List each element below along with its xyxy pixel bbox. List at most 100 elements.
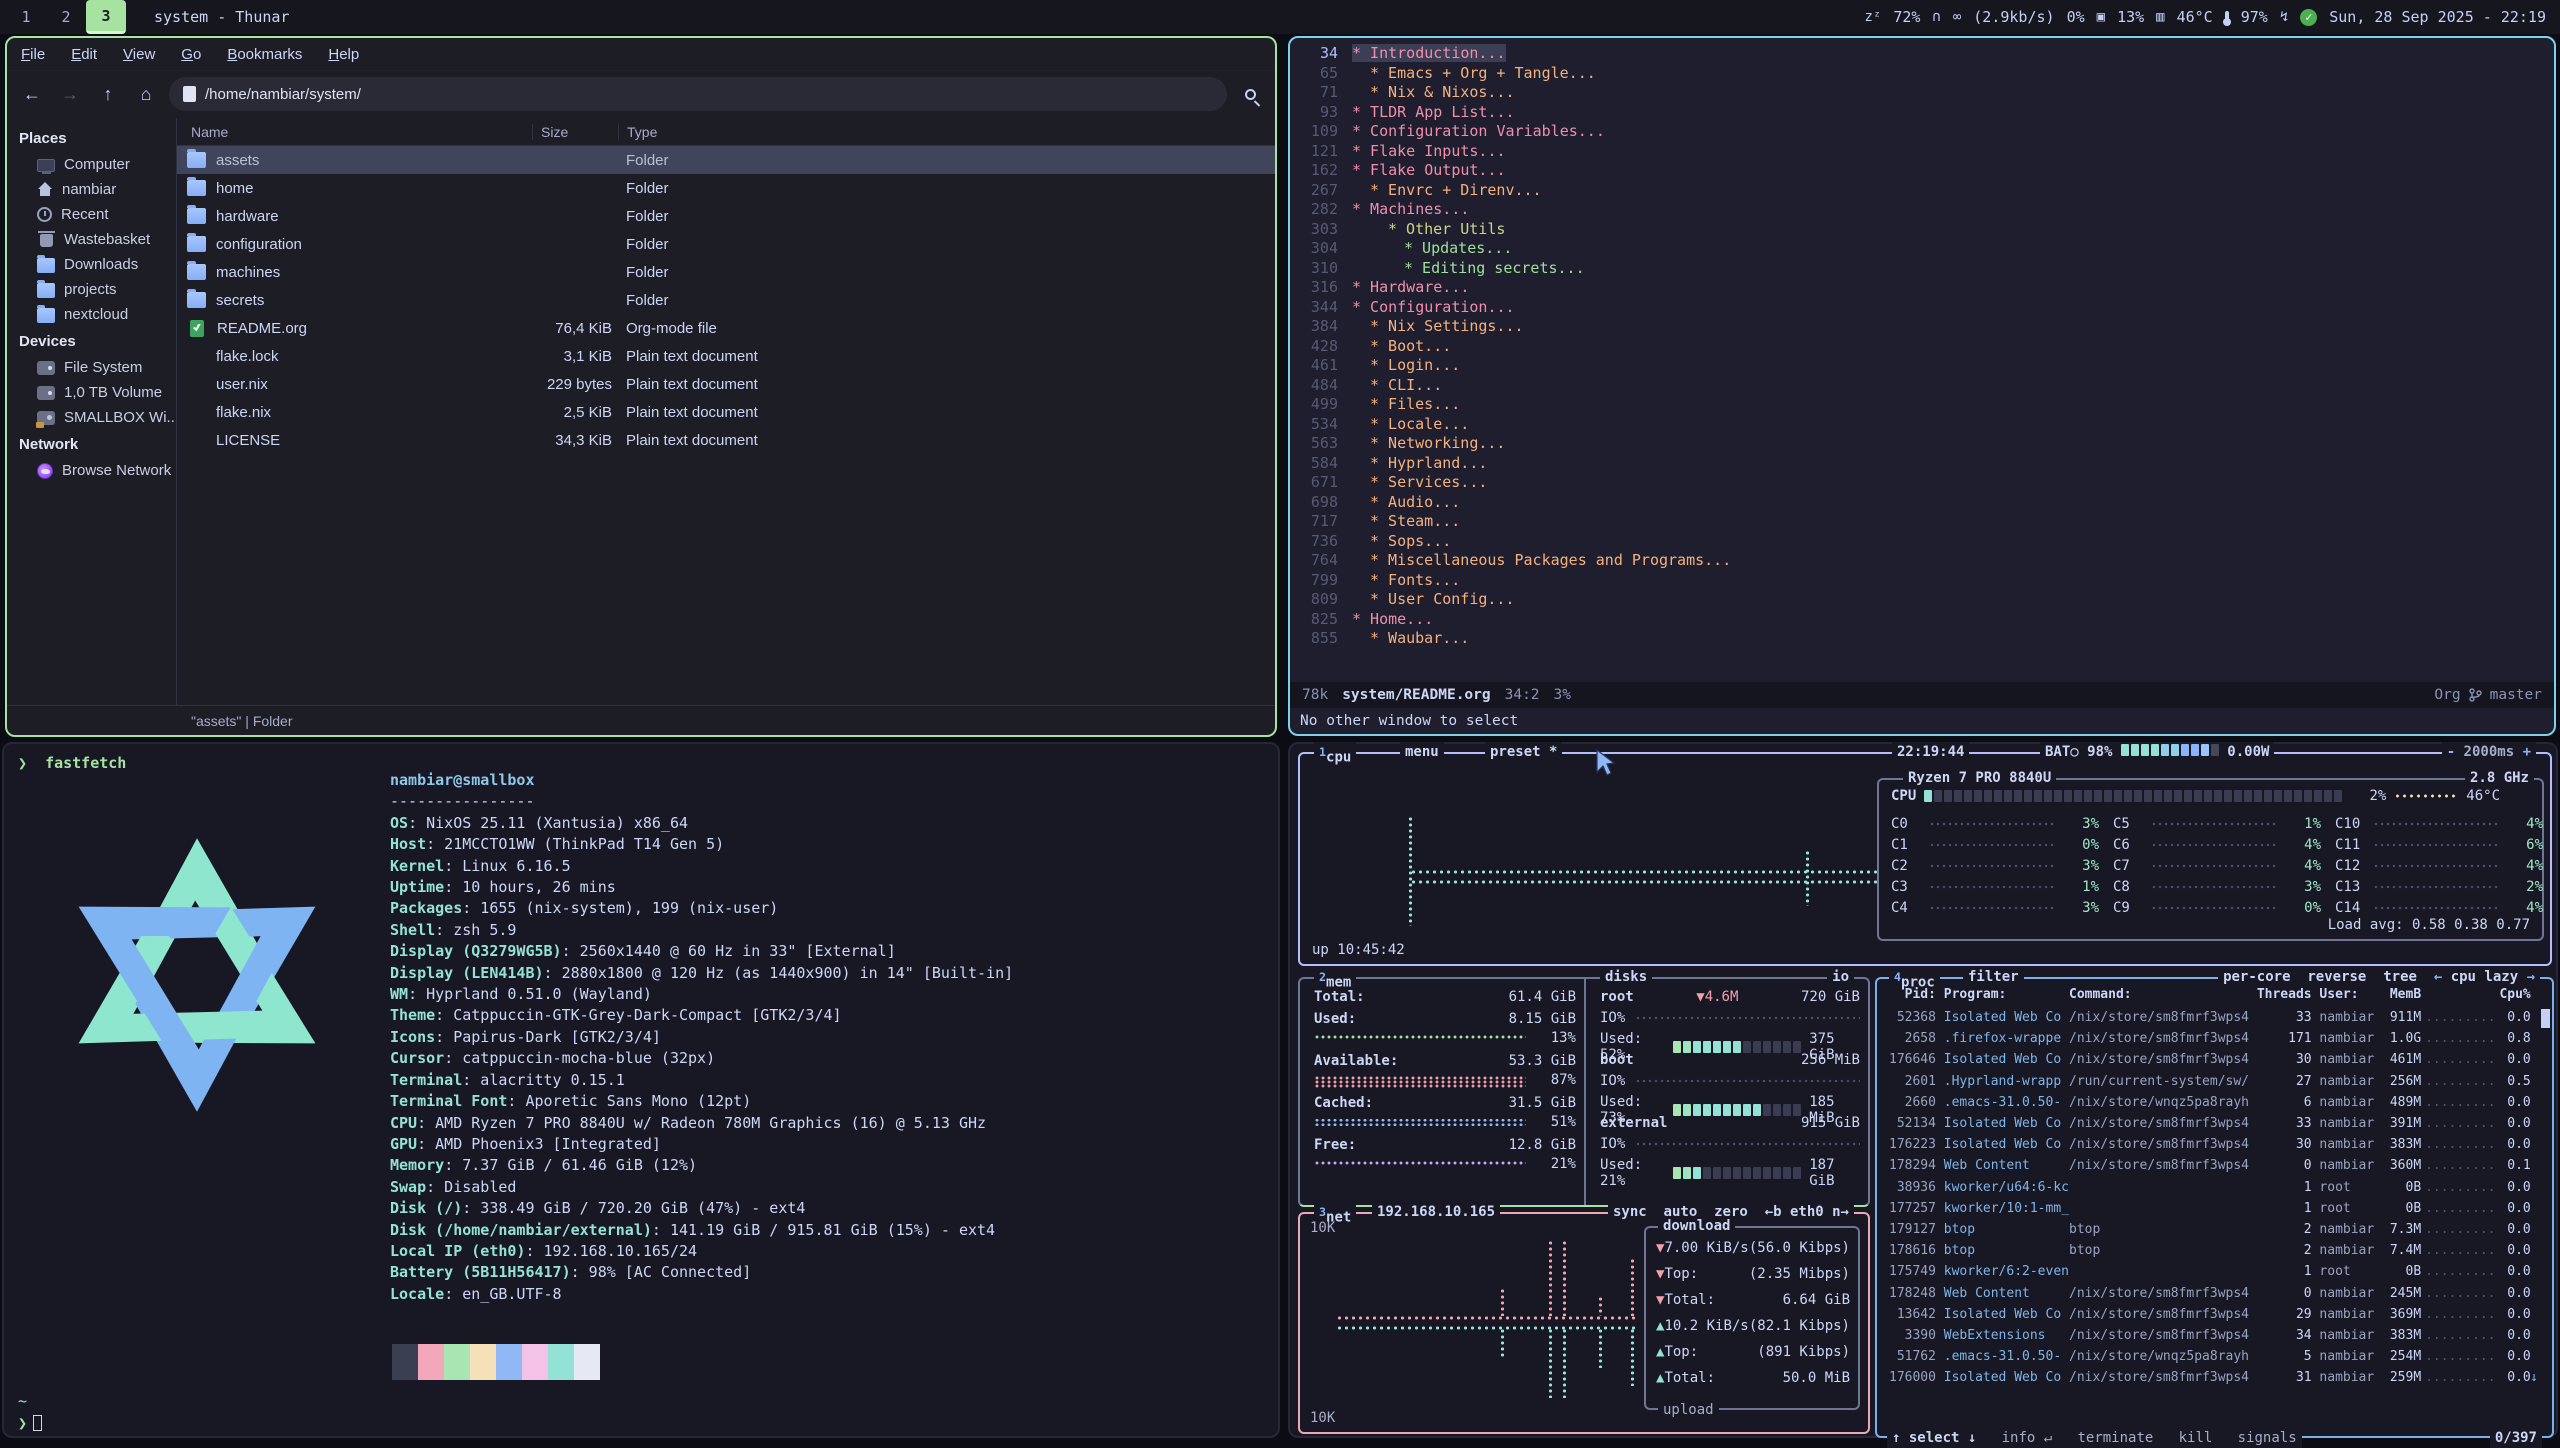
sidebar-item-nextcloud[interactable]: nextcloud: [7, 302, 176, 327]
preset-button[interactable]: preset *: [1485, 742, 1562, 762]
org-heading-line[interactable]: 34* Introduction...: [1290, 44, 2550, 64]
update-interval[interactable]: - 2000ms +: [2442, 742, 2536, 762]
org-heading-line[interactable]: 121* Flake Inputs...: [1290, 142, 2550, 162]
org-heading-line[interactable]: 825* Home...: [1290, 610, 2550, 630]
proc-row[interactable]: 176223Isolated Web Co/nix/store/sm8fmrf3…: [1889, 1137, 2531, 1152]
org-heading-line[interactable]: 384* Nix Settings...: [1290, 317, 2550, 337]
file-row-flake.nix[interactable]: flake.nix2,5 KiBPlain text document: [177, 398, 1275, 426]
btop-window[interactable]: 1cpumenupreset *22:19:44BAT○ 98% 0.00W- …: [1288, 742, 2558, 1438]
proc-row[interactable]: 178616btopbtop2nambiar7.4M.........0.0: [1889, 1243, 2531, 1258]
file-row-license[interactable]: LICENSE34,3 KiBPlain text document: [177, 426, 1275, 454]
org-heading-line[interactable]: 461* Login...: [1290, 356, 2550, 376]
org-heading-line[interactable]: 855* Waubar...: [1290, 629, 2550, 649]
proc-row[interactable]: 2660.emacs-31.0.50-/nix/store/wnqz5pa8ra…: [1889, 1095, 2531, 1110]
menu-file[interactable]: File: [21, 46, 45, 63]
proc-footer-keys[interactable]: ↑ select ↓ info ↵ terminate kill signals: [1887, 1428, 2302, 1448]
proc-col-header[interactable]: Pid:: [1889, 987, 1936, 1002]
org-heading-line[interactable]: 267* Envrc + Direnv...: [1290, 181, 2550, 201]
proc-row[interactable]: 178248Web Content/nix/store/sm8fmrf3wps4…: [1889, 1286, 2531, 1301]
file-row-configuration[interactable]: configurationFolder: [177, 230, 1275, 258]
org-heading-line[interactable]: 534* Locale...: [1290, 415, 2550, 435]
org-heading-line[interactable]: 282* Machines...: [1290, 200, 2550, 220]
org-heading-line[interactable]: 316* Hardware...: [1290, 278, 2550, 298]
proc-scrollbar-thumb[interactable]: [2541, 1009, 2550, 1028]
file-row-secrets[interactable]: secretsFolder: [177, 286, 1275, 314]
file-row-readme.org[interactable]: README.org76,4 KiBOrg-mode file: [177, 314, 1275, 342]
proc-col-header[interactable]: MemB: [2382, 987, 2421, 1002]
file-row-user.nix[interactable]: user.nix229 bytesPlain text document: [177, 370, 1275, 398]
proc-row[interactable]: 175749kworker/6:2-even1root0B.........0.…: [1889, 1264, 2531, 1279]
filter-button[interactable]: filter: [1963, 967, 2024, 987]
search-button[interactable]: [1235, 79, 1265, 109]
sidebar-item-wastebasket[interactable]: Wastebasket: [7, 227, 176, 252]
sidebar-item-browse-network[interactable]: Browse Network: [7, 458, 176, 483]
org-heading-line[interactable]: 71* Nix & Nixos...: [1290, 83, 2550, 103]
sidebar-item-1-0-tb-volume[interactable]: 1,0 TB Volume: [7, 380, 176, 405]
menu-go[interactable]: Go: [181, 46, 201, 63]
column-name[interactable]: Name: [177, 124, 532, 140]
sidebar-item-computer[interactable]: Computer: [7, 152, 176, 177]
path-bar[interactable]: /home/nambiar/system/: [169, 77, 1227, 111]
org-heading-line[interactable]: 563* Networking...: [1290, 434, 2550, 454]
org-heading-line[interactable]: 671* Services...: [1290, 473, 2550, 493]
menu-edit[interactable]: Edit: [71, 46, 97, 63]
workspace-2[interactable]: 2: [46, 0, 86, 34]
proc-row[interactable]: 178294Web Content/nix/store/sm8fmrf3wps4…: [1889, 1158, 2531, 1173]
workspace-3[interactable]: 3: [86, 0, 126, 34]
proc-col-header[interactable]: Cpu% ↑: [2499, 987, 2530, 1002]
file-row-assets[interactable]: assetsFolder: [177, 146, 1275, 174]
up-button[interactable]: ↑: [93, 79, 123, 109]
forward-button[interactable]: →: [55, 79, 85, 109]
org-heading-line[interactable]: 736* Sops...: [1290, 532, 2550, 552]
org-heading-line[interactable]: 303* Other Utils: [1290, 220, 2550, 240]
proc-col-header[interactable]: Threads:: [2257, 987, 2312, 1002]
emacs-org-buffer[interactable]: 34* Introduction...65* Emacs + Org + Tan…: [1290, 44, 2550, 682]
file-row-machines[interactable]: machinesFolder: [177, 258, 1275, 286]
proc-row[interactable]: 176646Isolated Web Co/nix/store/sm8fmrf3…: [1889, 1052, 2531, 1067]
proc-col-header[interactable]: Command:: [2069, 987, 2257, 1002]
proc-row[interactable]: 52134Isolated Web Co/nix/store/sm8fmrf3w…: [1889, 1116, 2531, 1131]
proc-row[interactable]: 13642Isolated Web Co/nix/store/sm8fmrf3w…: [1889, 1307, 2531, 1322]
list-header[interactable]: Name Size Type: [177, 118, 1275, 146]
proc-row[interactable]: 2658.firefox-wrappe/nix/store/sm8fmrf3wp…: [1889, 1031, 2531, 1046]
workspace-switcher[interactable]: 123: [6, 0, 126, 34]
org-heading-line[interactable]: 484* CLI...: [1290, 376, 2550, 396]
org-heading-line[interactable]: 65* Emacs + Org + Tangle...: [1290, 64, 2550, 84]
org-heading-line[interactable]: 499* Files...: [1290, 395, 2550, 415]
menu-bookmarks[interactable]: Bookmarks: [227, 46, 302, 63]
column-size[interactable]: Size: [532, 124, 618, 140]
proc-row[interactable]: 52368Isolated Web Co/nix/store/sm8fmrf3w…: [1889, 1010, 2531, 1025]
org-heading-line[interactable]: 799* Fonts...: [1290, 571, 2550, 591]
proc-col-header[interactable]: User:: [2312, 987, 2382, 1002]
file-row-flake.lock[interactable]: flake.lock3,1 KiBPlain text document: [177, 342, 1275, 370]
workspace-1[interactable]: 1: [6, 0, 46, 34]
org-heading-line[interactable]: 717* Steam...: [1290, 512, 2550, 532]
org-heading-line[interactable]: 304* Updates...: [1290, 239, 2550, 259]
sidebar-item-file-system[interactable]: File System: [7, 355, 176, 380]
org-heading-line[interactable]: 109* Configuration Variables...: [1290, 122, 2550, 142]
column-type[interactable]: Type: [618, 124, 1275, 140]
org-heading-line[interactable]: 428* Boot...: [1290, 337, 2550, 357]
org-heading-line[interactable]: 310* Editing secrets...: [1290, 259, 2550, 279]
proc-col-header[interactable]: Program:: [1936, 987, 2069, 1002]
proc-col-header[interactable]: [2421, 987, 2499, 1002]
proc-row[interactable]: 179127btopbtop2nambiar7.3M.........0.0: [1889, 1222, 2531, 1237]
proc-row[interactable]: 51762.emacs-31.0.50-/nix/store/wnqz5pa8r…: [1889, 1349, 2531, 1364]
proc-options[interactable]: per-core reverse tree ← cpu lazy →: [2218, 967, 2540, 987]
sidebar-item-recent[interactable]: Recent: [7, 202, 176, 227]
file-row-hardware[interactable]: hardwareFolder: [177, 202, 1275, 230]
sidebar-item-smallbox-wi-[interactable]: SMALLBOX Wi...: [7, 405, 176, 430]
proc-row[interactable]: 38936kworker/u64:6-kc1root0B.........0.0: [1889, 1180, 2531, 1195]
proc-row[interactable]: 177257kworker/10:1-mm_1root0B.........0.…: [1889, 1201, 2531, 1216]
sidebar-item-nambiar[interactable]: nambiar: [7, 177, 176, 202]
file-row-home[interactable]: homeFolder: [177, 174, 1275, 202]
proc-row[interactable]: 176000Isolated Web Co/nix/store/sm8fmrf3…: [1889, 1370, 2531, 1385]
back-button[interactable]: ←: [17, 79, 47, 109]
proc-row[interactable]: 2601.Hyprland-wrapp/run/current-system/s…: [1889, 1074, 2531, 1089]
org-heading-line[interactable]: 93* TLDR App List...: [1290, 103, 2550, 123]
org-heading-line[interactable]: 698* Audio...: [1290, 493, 2550, 513]
org-heading-line[interactable]: 344* Configuration...: [1290, 298, 2550, 318]
sidebar-item-downloads[interactable]: Downloads: [7, 252, 176, 277]
org-heading-line[interactable]: 809* User Config...: [1290, 590, 2550, 610]
proc-row[interactable]: 3390WebExtensions/nix/store/sm8fmrf3wps4…: [1889, 1328, 2531, 1343]
